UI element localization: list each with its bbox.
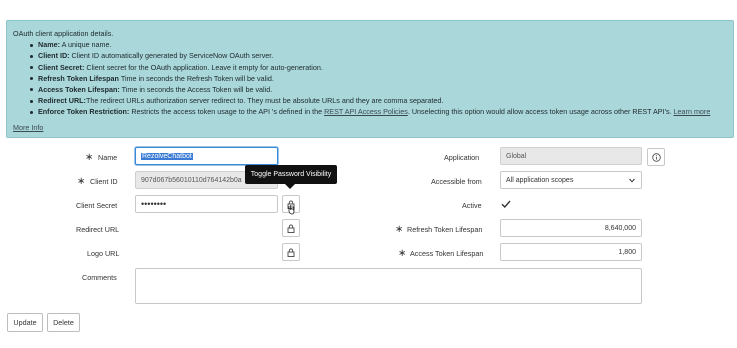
rest-api-access-policies-link[interactable]: REST API Access Policies bbox=[324, 107, 408, 116]
info-list: Name: A unique name. Client ID: Client I… bbox=[30, 39, 727, 117]
required-marker: ∗ bbox=[395, 224, 404, 235]
client-secret-label: Client Secret bbox=[76, 201, 118, 210]
client-id-label: Client ID bbox=[90, 177, 118, 186]
comments-label: Comments bbox=[82, 273, 117, 282]
required-marker: ∗ bbox=[398, 248, 407, 259]
refresh-token-lifespan-input[interactable]: 8,640,000 bbox=[500, 219, 642, 237]
name-label: Name bbox=[98, 153, 118, 162]
access-token-lifespan-label: Access Token Lifespan bbox=[410, 249, 484, 258]
info-item-refresh: Refresh Token Lifespan Time in seconds t… bbox=[30, 73, 727, 84]
chevron-down-icon bbox=[629, 178, 635, 183]
info-item-access: Access Token Lifespan: Time in seconds t… bbox=[30, 84, 727, 95]
client-secret-input[interactable]: •••••••• bbox=[135, 195, 278, 213]
accessible-from-select[interactable]: All application scopes bbox=[500, 171, 642, 189]
redirect-url-lock-button[interactable] bbox=[282, 219, 300, 237]
info-panel: OAuth client application details. Name: … bbox=[6, 20, 734, 138]
lock-icon bbox=[287, 248, 295, 257]
learn-more-link[interactable]: Learn more bbox=[674, 107, 711, 116]
info-item-redirect: Redirect URL:The redirect URLs authoriza… bbox=[30, 95, 727, 106]
info-item-client-id: Client ID: Client ID automatically gener… bbox=[30, 50, 727, 61]
active-label: Active bbox=[462, 201, 482, 210]
required-marker: ∗ bbox=[85, 152, 94, 163]
info-heading: OAuth client application details. bbox=[13, 29, 114, 38]
logo-url-lock-button[interactable] bbox=[282, 243, 300, 261]
mouse-cursor-icon bbox=[288, 205, 295, 215]
application-input[interactable]: Global bbox=[500, 147, 642, 165]
name-input[interactable]: RezolveChatbot bbox=[135, 147, 278, 165]
active-checkbox[interactable] bbox=[500, 198, 512, 210]
lock-icon bbox=[287, 224, 295, 233]
logo-url-label: Logo URL bbox=[87, 249, 120, 258]
required-marker: ∗ bbox=[77, 176, 86, 187]
accessible-from-label: Accessible from bbox=[431, 177, 482, 186]
application-info-button[interactable] bbox=[647, 148, 665, 166]
more-info-link[interactable]: More Info bbox=[13, 122, 43, 133]
info-item-name: Name: A unique name. bbox=[30, 39, 727, 50]
refresh-token-lifespan-label: Refresh Token Lifespan bbox=[407, 225, 483, 234]
comments-textarea[interactable] bbox=[135, 268, 642, 304]
tooltip: Toggle Password Visibility bbox=[245, 165, 337, 189]
info-item-enforce: Enforce Token Restriction: Restricts the… bbox=[30, 106, 727, 117]
access-token-lifespan-input[interactable]: 1,800 bbox=[500, 243, 642, 261]
application-label: Application bbox=[444, 153, 480, 162]
update-button[interactable]: Update bbox=[7, 313, 43, 332]
redirect-url-label: Redirect URL bbox=[76, 225, 120, 234]
info-item-client-secret: Client Secret: Client secret for the OAu… bbox=[30, 62, 727, 73]
delete-button[interactable]: Delete bbox=[47, 313, 80, 332]
info-icon bbox=[651, 152, 661, 162]
